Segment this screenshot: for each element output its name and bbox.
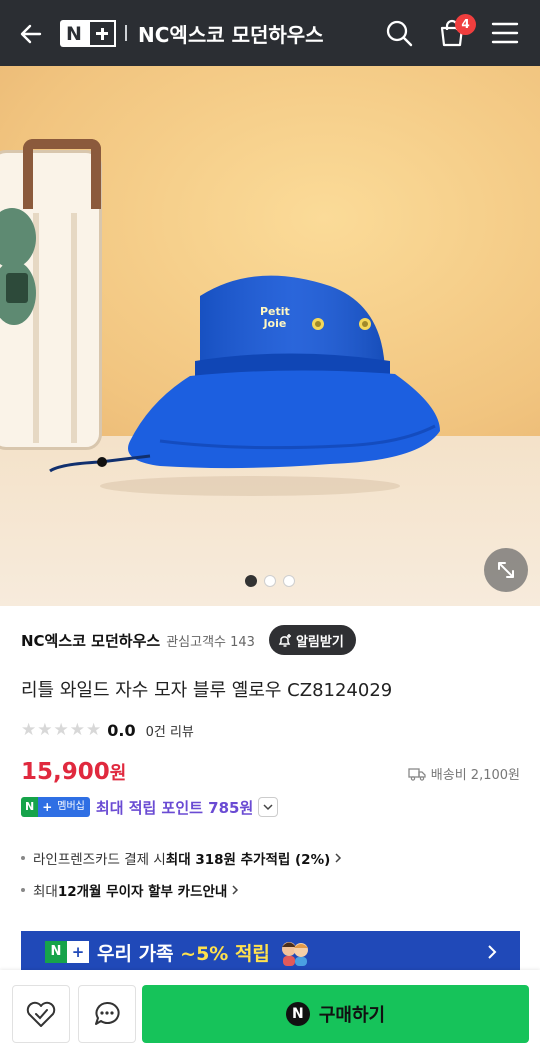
- wishlist-button[interactable]: [12, 985, 70, 1043]
- back-arrow-icon: [20, 24, 42, 44]
- pagination-dot-3[interactable]: [283, 575, 295, 587]
- store-title[interactable]: NC엑스코 모던하우스: [138, 19, 324, 48]
- star-icon: ★: [21, 719, 37, 740]
- pagination-dot-2[interactable]: [264, 575, 276, 587]
- star-icon: ★: [86, 719, 102, 740]
- back-button[interactable]: [14, 17, 48, 51]
- hamburger-menu-icon: [491, 22, 519, 44]
- banner-text-main: 우리 가족: [97, 942, 181, 965]
- star-rating: ★ ★ ★ ★ ★: [21, 719, 102, 740]
- membership-points-row[interactable]: N + 멤버십 최대 적립 포인트 785원: [21, 796, 279, 818]
- banner-text: 우리 가족 ~5% 적립: [97, 939, 270, 966]
- badge-n: N: [21, 797, 39, 817]
- naver-plus-mini-logo: N +: [45, 941, 89, 963]
- pagination-dot-1[interactable]: [245, 575, 257, 587]
- search-button[interactable]: [381, 15, 417, 51]
- hat-embroidery-text: Petit Joie: [260, 306, 290, 330]
- product-image-carousel[interactable]: Petit Joie: [0, 66, 540, 606]
- naver-plus-logo[interactable]: N: [60, 20, 116, 47]
- bullet-dot: [21, 856, 25, 860]
- logo-n: N: [66, 22, 82, 45]
- star-icon: ★: [53, 719, 69, 740]
- chevron-right-icon: [488, 945, 497, 959]
- banner-logo-plus: +: [67, 941, 89, 963]
- header-divider: [125, 25, 127, 41]
- banner-text-highlight: ~5% 적립: [180, 942, 270, 965]
- naver-pay-icon: N: [285, 1002, 310, 1026]
- price: 15,900원: [21, 759, 126, 785]
- buy-label: 구매하기: [318, 1005, 386, 1026]
- family-points-banner[interactable]: N + 우리 가족 ~5% 적립: [21, 931, 520, 973]
- chevron-right-icon: [232, 885, 239, 895]
- shipping-fee-text: 배송비 2,100원: [430, 768, 520, 783]
- bottom-action-bar: N 구매하기: [0, 970, 540, 1061]
- expand-arrows-icon: [498, 562, 514, 578]
- benefit-highlight: 최대 318원 추가적립 (2%): [165, 852, 331, 868]
- chevron-right-icon: [335, 853, 342, 863]
- price-amount: 15,900: [21, 759, 110, 785]
- chat-bubble-icon: [95, 1001, 120, 1025]
- chevron-down-icon: [263, 803, 273, 810]
- talk-inquiry-button[interactable]: [78, 985, 136, 1043]
- max-points-text: 최대 적립 포인트 785원: [95, 798, 254, 817]
- search-icon: [386, 20, 413, 47]
- expand-points-button[interactable]: [258, 797, 279, 817]
- store-name[interactable]: NC엑스코 모던하우스: [21, 630, 160, 651]
- product-name: 리틀 와일드 자수 모자 블루 옐로우 CZ8124029: [21, 680, 393, 701]
- carousel-pagination: [0, 575, 540, 587]
- rating-score: 0.0: [107, 720, 136, 740]
- plus-icon: [88, 20, 116, 47]
- star-icon: ★: [69, 719, 85, 740]
- watcher-count: 관심고객수 143: [166, 634, 255, 650]
- shipping-fee: 배송비 2,100원: [408, 764, 520, 783]
- benefit-list: 라인프렌즈카드 결제 시 최대 318원 추가적립 (2%) 최대 12개월 무…: [21, 845, 521, 909]
- menu-button[interactable]: [487, 15, 523, 51]
- benefit-text: 라인프렌즈카드 결제 시: [33, 852, 166, 868]
- buy-button[interactable]: N 구매하기: [142, 985, 529, 1043]
- notify-label: 알림받기: [295, 634, 344, 650]
- bucket-hat-image: [49, 275, 440, 496]
- bullet-dot: [21, 888, 25, 892]
- price-unit: 원: [109, 763, 127, 784]
- review-count[interactable]: 0건 리뷰: [146, 721, 194, 740]
- store-info-row: NC엑스코 모던하우스 관심고객수 143 알림받기: [21, 625, 521, 655]
- naver-plus-membership-badge: N + 멤버십: [21, 797, 90, 817]
- benefit-highlight: 12개월 무이자 할부 카드안내: [57, 884, 228, 900]
- family-illustration-icon: [281, 942, 308, 966]
- cart-count-badge: 4: [455, 14, 476, 35]
- notify-button[interactable]: 알림받기: [268, 625, 356, 655]
- heart-check-icon: [26, 1001, 56, 1027]
- hat-text-line2: Joie: [263, 317, 287, 330]
- banner-logo-n: N: [45, 941, 67, 963]
- badge-plus: +: [38, 797, 57, 817]
- benefit-card-points[interactable]: 라인프렌즈카드 결제 시 최대 318원 추가적립 (2%): [21, 845, 521, 871]
- star-icon: ★: [37, 719, 53, 740]
- rating-row[interactable]: ★ ★ ★ ★ ★ 0.0 0건 리뷰: [21, 719, 194, 741]
- benefit-installment[interactable]: 최대 12개월 무이자 할부 카드안내: [21, 877, 521, 903]
- top-header: N NC엑스코 모던하우스 4: [0, 0, 540, 66]
- delivery-truck-icon: [408, 767, 426, 781]
- expand-image-button[interactable]: [484, 548, 528, 592]
- benefit-text: 최대: [33, 884, 58, 900]
- bell-plus-icon: [278, 634, 291, 647]
- badge-label: 멤버십: [56, 797, 90, 817]
